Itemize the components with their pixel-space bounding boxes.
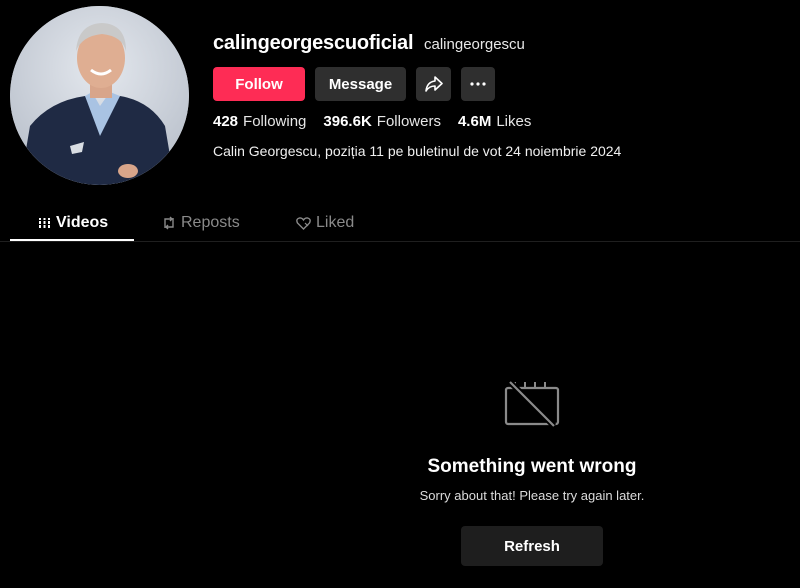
profile-photo	[10, 6, 189, 185]
profile-bio: Calin Georgescu, poziția 11 pe buletinul…	[213, 143, 622, 159]
tab-reposts-label: Reposts	[181, 214, 240, 231]
tab-liked[interactable]: Liked	[296, 205, 354, 241]
avatar[interactable]	[10, 6, 189, 185]
tab-videos[interactable]: Videos	[38, 205, 108, 241]
refresh-button[interactable]: Refresh	[461, 526, 603, 566]
follow-button[interactable]: Follow	[213, 67, 305, 101]
more-dots-icon	[470, 82, 486, 86]
heart-icon	[296, 216, 311, 230]
likes-count: 4.6M	[457, 113, 492, 130]
following-stat[interactable]: 428 Following	[213, 113, 306, 130]
no-video-icon	[503, 379, 561, 433]
profile-stats: 428 Following 396.6K Followers 4.6M Likes	[213, 113, 548, 130]
share-arrow-icon	[424, 76, 443, 92]
error-title: Something went wrong	[427, 456, 637, 477]
username: calingeorgescuoficial	[213, 32, 414, 54]
more-button[interactable]	[461, 67, 495, 101]
following-count: 428	[213, 113, 239, 130]
error-subtitle: Sorry about that! Please try again later…	[419, 488, 645, 503]
likes-label: Likes	[496, 113, 532, 130]
tab-videos-label: Videos	[56, 214, 109, 231]
tab-liked-label: Liked	[316, 214, 355, 231]
grid-icon	[38, 218, 51, 228]
repost-icon	[164, 216, 174, 230]
share-button[interactable]	[416, 67, 451, 101]
followers-label: Followers	[376, 113, 441, 130]
following-label: Following	[243, 113, 307, 130]
nickname: calingeorgescu	[424, 36, 525, 53]
message-button[interactable]: Message	[315, 67, 406, 101]
profile-tabs: Videos Reposts Liked	[0, 205, 800, 242]
likes-stat: 4.6M Likes	[458, 113, 531, 130]
followers-stat[interactable]: 396.6K Followers	[323, 113, 441, 130]
active-tab-indicator	[10, 239, 134, 241]
tab-reposts[interactable]: Reposts	[162, 205, 240, 241]
followers-count: 396.6K	[323, 113, 372, 130]
